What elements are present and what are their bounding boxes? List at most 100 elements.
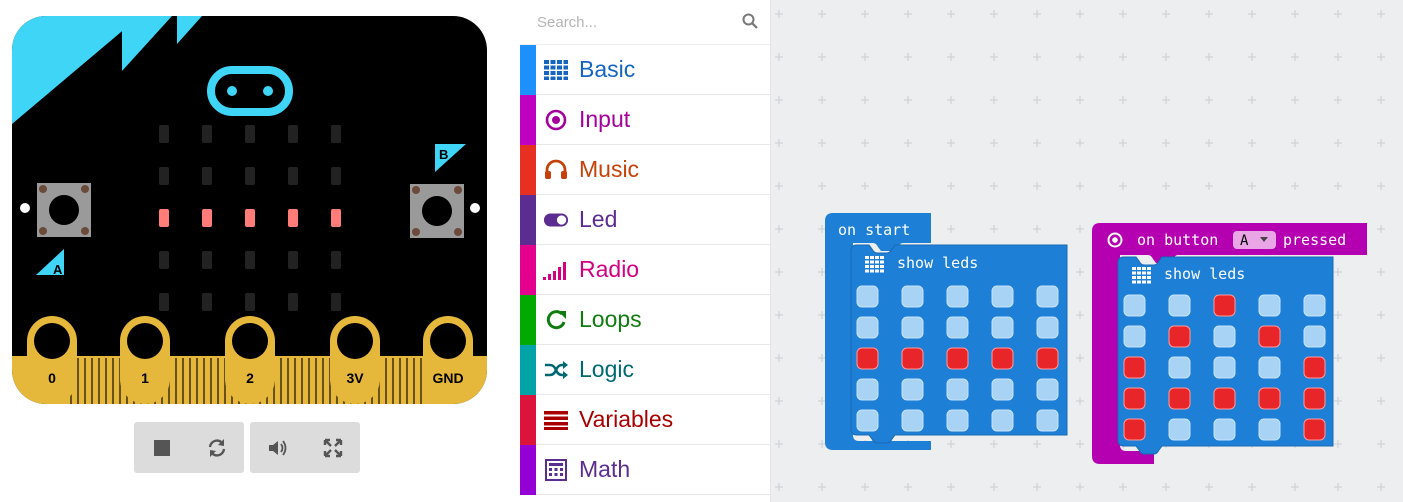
category-variables[interactable]: Variables [520,395,770,445]
pin-gnd[interactable]: GND [423,316,473,404]
led-cell[interactable] [1303,418,1326,441]
led-cell[interactable] [946,285,969,308]
led-cell[interactable] [1258,387,1281,410]
restart-button[interactable] [189,422,244,473]
board-led [202,209,212,227]
microbit-board: A B 0 1 2 3V GND [12,16,487,404]
led-cell[interactable] [1123,325,1146,348]
led-cell[interactable] [1258,325,1281,348]
led-cell[interactable] [1168,294,1191,317]
led-cell[interactable] [1123,294,1146,317]
led-cell[interactable] [901,378,924,401]
show-leds-label: show leds [1164,265,1245,283]
search-icon[interactable] [742,13,758,29]
led-cell[interactable] [991,409,1014,432]
led-cell[interactable] [1036,316,1059,339]
pin-3v[interactable]: 3V [330,316,380,404]
toggle-icon [543,207,569,233]
led-cell[interactable] [856,409,879,432]
search-input[interactable] [520,0,770,44]
sound-button[interactable] [250,422,305,473]
led-cell[interactable] [1168,418,1191,441]
board-led [288,125,298,143]
on-button-pressed-block[interactable]: on button A pressed show leds [1092,223,1367,464]
pin-label: 2 [246,370,254,386]
led-cell[interactable] [991,347,1014,370]
category-label: Input [579,106,631,132]
led-cell[interactable] [1123,418,1146,441]
led-cell[interactable] [1036,378,1059,401]
led-cell[interactable] [1168,325,1191,348]
led-cell[interactable] [991,378,1014,401]
led-cell[interactable] [991,316,1014,339]
category-led[interactable]: Led [520,195,770,245]
pin-0[interactable]: 0 [27,316,77,404]
restart-icon [208,438,225,457]
board-led [288,209,298,227]
led-cell[interactable] [1036,347,1059,370]
category-logic[interactable]: Logic [520,345,770,395]
category-input[interactable]: Input [520,95,770,145]
led-cell[interactable] [1168,387,1191,410]
simulator-controls [134,422,360,473]
board-led [159,209,169,227]
button-dropdown[interactable]: A [1233,231,1276,249]
board-led [331,293,341,311]
led-cell[interactable] [991,285,1014,308]
show-leds-block[interactable]: show leds [1117,256,1334,455]
led-cell[interactable] [901,285,924,308]
button-a[interactable] [37,183,91,237]
board-led [159,251,169,269]
button-b[interactable] [410,184,464,238]
button-dropdown-value: A [1240,233,1249,249]
category-label: Music [579,156,640,182]
category-music[interactable]: Music [520,145,770,195]
led-cell[interactable] [1303,387,1326,410]
led-cell[interactable] [901,347,924,370]
led-cell[interactable] [1123,387,1146,410]
category-label: Logic [579,356,634,382]
calculator-icon [543,457,569,483]
led-cell[interactable] [1303,356,1326,379]
led-cell[interactable] [1168,356,1191,379]
led-cell[interactable] [946,378,969,401]
led-cell[interactable] [1036,409,1059,432]
led-cell[interactable] [1258,294,1281,317]
led-cell[interactable] [1213,387,1236,410]
on-start-block[interactable]: on start show leds [825,213,1068,450]
pin-1[interactable]: 1 [120,316,170,404]
led-cell[interactable] [856,316,879,339]
led-cell[interactable] [856,378,879,401]
loop-icon [543,307,569,333]
category-basic[interactable]: Basic [520,45,770,95]
led-cell[interactable] [856,347,879,370]
led-cell[interactable] [1258,356,1281,379]
led-cell[interactable] [1123,356,1146,379]
show-leds-block[interactable]: show leds [850,244,1068,444]
button-b-label: B [439,147,448,162]
led-cell[interactable] [1213,294,1236,317]
led-cell[interactable] [1213,418,1236,441]
fullscreen-icon [323,438,342,457]
led-cell[interactable] [856,285,879,308]
fullscreen-button[interactable] [305,422,360,473]
led-cell[interactable] [1213,356,1236,379]
led-cell[interactable] [1036,285,1059,308]
led-cell[interactable] [946,409,969,432]
led-cell[interactable] [946,316,969,339]
led-cell[interactable] [946,347,969,370]
led-cell[interactable] [1213,325,1236,348]
stop-button[interactable] [134,422,189,473]
led-cell[interactable] [1303,294,1326,317]
shuffle-icon [543,357,569,383]
led-cell[interactable] [1258,418,1281,441]
led-cell[interactable] [1303,325,1326,348]
blocks-workspace[interactable]: on start show leds on button A pressed s… [771,0,1403,502]
category-radio[interactable]: Radio [520,245,770,295]
led-cell[interactable] [901,316,924,339]
pin-2[interactable]: 2 [225,316,275,404]
category-loops[interactable]: Loops [520,295,770,345]
led-cell[interactable] [901,409,924,432]
category-math[interactable]: Math [520,445,770,495]
board-led [245,125,255,143]
